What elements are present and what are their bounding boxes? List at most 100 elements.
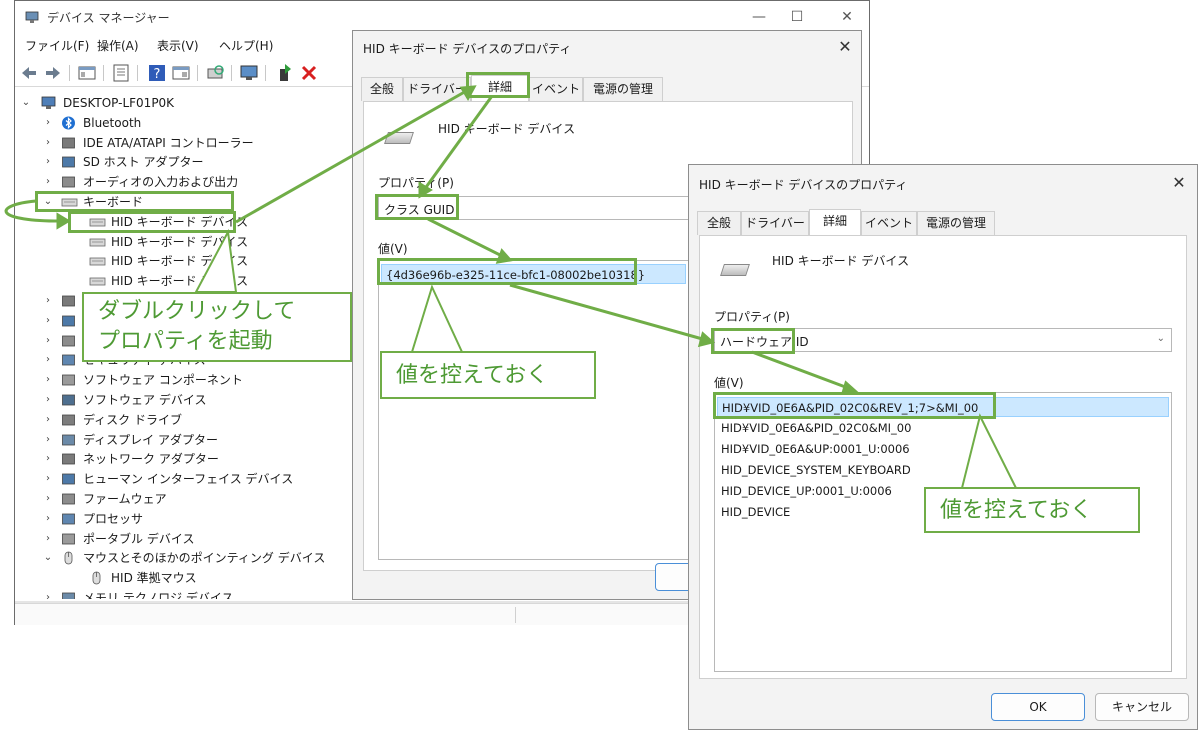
- tab-driver[interactable]: ドライバー: [403, 77, 471, 101]
- chevron-down-icon[interactable]: ⌄: [21, 93, 31, 113]
- list-item[interactable]: HID_DEVICE: [721, 502, 790, 522]
- forward-arrow-icon[interactable]: [43, 63, 63, 83]
- menu-view[interactable]: 表示(V): [157, 37, 199, 54]
- menu-file[interactable]: ファイル(F): [25, 37, 89, 54]
- uninstall-device-icon[interactable]: [299, 63, 319, 83]
- chevron-right-icon[interactable]: ›: [43, 331, 53, 351]
- callout-note-value-1: 値を控えておく: [380, 351, 596, 399]
- enable-device-icon[interactable]: [275, 63, 295, 83]
- chevron-right-icon[interactable]: ›: [43, 509, 53, 529]
- tab-driver[interactable]: ドライバー: [741, 211, 809, 235]
- tree-item-label: Bluetooth: [83, 115, 142, 130]
- tab-power-management[interactable]: 電源の管理: [917, 211, 995, 235]
- tree-root-label: DESKTOP-LF01P0K: [63, 96, 175, 110]
- tab-strip: 全般 ドライバー 詳細 イベント 電源の管理: [697, 209, 997, 235]
- keyboard-icon: [89, 235, 106, 249]
- tab-events[interactable]: イベント: [529, 77, 583, 101]
- close-button[interactable]: ✕: [827, 5, 867, 29]
- list-item[interactable]: HID_DEVICE_UP:0001_U:0006: [721, 481, 892, 501]
- tree-item-label: オーディオの入力および出力: [83, 175, 239, 190]
- chevron-right-icon[interactable]: ›: [43, 291, 53, 311]
- show-hide-console-tree-icon[interactable]: [77, 63, 97, 83]
- back-arrow-icon[interactable]: [19, 63, 39, 83]
- action-pane-icon[interactable]: [171, 63, 191, 83]
- chevron-right-icon[interactable]: ›: [43, 430, 53, 450]
- tree-item-label: プロセッサ: [83, 511, 144, 526]
- dialog-title: HID キーボード デバイスのプロパティ: [699, 178, 908, 192]
- hid-icon: [61, 472, 76, 486]
- chevron-right-icon[interactable]: ›: [43, 311, 53, 331]
- keyboard-icon: [384, 132, 414, 144]
- tree-item-label: HID キーボード デバイス: [111, 274, 249, 289]
- tree-item-label: ファームウェア: [83, 492, 167, 506]
- tree-item-label: ディスク ドライブ: [83, 412, 182, 427]
- keyboard-icon: [89, 274, 106, 288]
- tree-item-label: メモリ テクノロジ デバイス: [83, 591, 234, 599]
- close-icon[interactable]: ✕: [835, 37, 855, 56]
- list-item[interactable]: HID_DEVICE_SYSTEM_KEYBOARD: [721, 460, 911, 480]
- tab-details[interactable]: 詳細: [809, 209, 861, 235]
- keyboard-icon: [720, 264, 750, 276]
- properties-icon[interactable]: [111, 63, 131, 83]
- list-item[interactable]: HID¥VID_0E6A&UP:0001_U:0006: [721, 439, 910, 459]
- software-device-icon: [61, 393, 76, 407]
- cancel-button[interactable]: キャンセル: [1095, 693, 1189, 721]
- tree-item-label: HID キーボード デバイス: [111, 234, 249, 249]
- chevron-right-icon[interactable]: ›: [43, 410, 53, 430]
- security-device-icon: [61, 353, 76, 367]
- device-name: HID キーボード デバイス: [772, 254, 910, 268]
- chevron-right-icon[interactable]: ›: [43, 469, 53, 489]
- menu-help[interactable]: ヘルプ(H): [219, 37, 273, 54]
- tree-root[interactable]: ⌄ DESKTOP-LF01P0K: [15, 93, 345, 113]
- tree-item-label: ソフトウェア デバイス: [83, 393, 207, 407]
- chevron-right-icon[interactable]: ›: [43, 489, 53, 509]
- bluetooth-icon: [61, 116, 76, 130]
- menu-action[interactable]: 操作(A): [97, 37, 139, 54]
- chevron-down-icon[interactable]: ⌄: [43, 548, 53, 568]
- sound-icon: [61, 314, 76, 328]
- chevron-right-icon[interactable]: ›: [43, 350, 53, 370]
- system-device-icon: [61, 334, 76, 348]
- chevron-right-icon[interactable]: ›: [43, 588, 53, 599]
- help-icon[interactable]: ?: [147, 63, 167, 83]
- chevron-right-icon[interactable]: ›: [43, 529, 53, 549]
- close-icon[interactable]: ✕: [1169, 173, 1189, 192]
- highlight-details-tab: [466, 72, 530, 98]
- minimize-button[interactable]: —: [739, 5, 779, 29]
- tab-general[interactable]: 全般: [697, 211, 741, 235]
- callout-line-2: プロパティを起動: [98, 329, 273, 354]
- tree-item-label: SD ホスト アダプター: [83, 155, 204, 170]
- processor-icon: [61, 512, 76, 526]
- chevron-right-icon[interactable]: ›: [43, 172, 53, 192]
- chevron-right-icon[interactable]: ›: [43, 113, 53, 133]
- dialog-title: HID キーボード デバイスのプロパティ: [363, 42, 572, 56]
- tab-events[interactable]: イベント: [861, 211, 917, 235]
- svg-text:?: ?: [154, 67, 161, 82]
- ide-controller-icon: [61, 136, 76, 150]
- chevron-right-icon[interactable]: ›: [43, 449, 53, 469]
- firmware-icon: [61, 492, 76, 506]
- monitor-icon[interactable]: [239, 63, 259, 83]
- tree-item-label: IDE ATA/ATAPI コントローラー: [83, 135, 254, 150]
- callout-line-1: ダブルクリックして: [98, 299, 296, 324]
- audio-icon: [61, 175, 76, 189]
- maximize-button[interactable]: ☐: [777, 5, 817, 29]
- ok-button[interactable]: OK: [991, 693, 1085, 721]
- chevron-right-icon[interactable]: ›: [43, 390, 53, 410]
- tab-power-management[interactable]: 電源の管理: [583, 77, 663, 101]
- device-name: HID キーボード デバイス: [438, 122, 576, 136]
- tree-item-label: ディスプレイ アダプター: [83, 432, 218, 447]
- chevron-right-icon[interactable]: ›: [43, 133, 53, 153]
- highlight-guid-value: [377, 258, 637, 285]
- tab-general[interactable]: 全般: [361, 77, 403, 101]
- tree-item-label: HID 準拠マウス: [111, 571, 197, 586]
- scan-hardware-icon[interactable]: [205, 63, 225, 83]
- chevron-right-icon[interactable]: ›: [43, 370, 53, 390]
- list-item[interactable]: HID¥VID_0E6A&PID_02C0&MI_00: [721, 418, 911, 438]
- callout-text: 値を控えておく: [940, 498, 1093, 523]
- callout-double-click: ダブルクリックして プロパティを起動: [82, 292, 352, 362]
- window-title: デバイス マネージャー: [47, 11, 170, 25]
- chevron-right-icon[interactable]: ›: [43, 152, 53, 172]
- highlight-hardware-id: [711, 328, 795, 354]
- software-component-icon: [61, 373, 76, 387]
